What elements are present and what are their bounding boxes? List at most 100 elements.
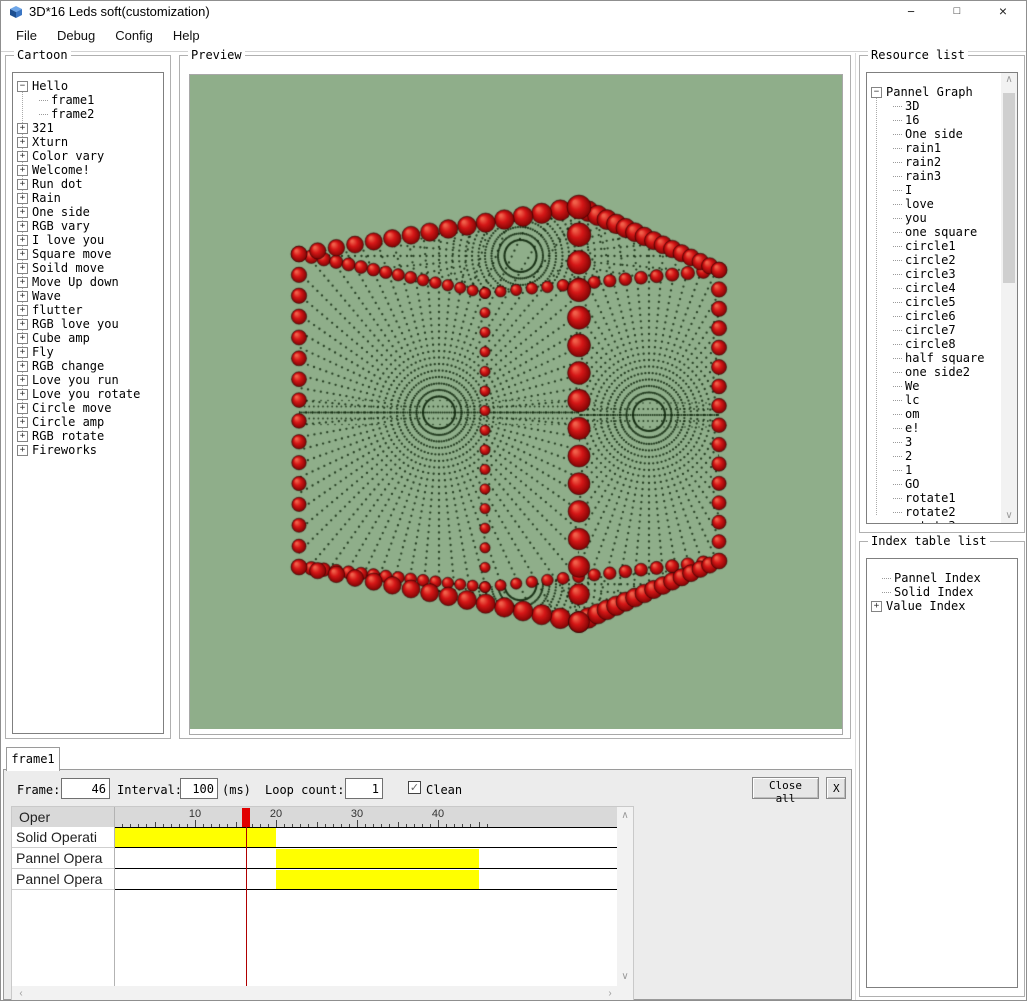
tree-item-cube-amp[interactable]: + Cube amp xyxy=(13,331,163,345)
loop-count-input[interactable] xyxy=(345,778,383,799)
scroll-up-icon[interactable]: ∧ xyxy=(1001,73,1017,87)
close-x-button[interactable]: X xyxy=(826,777,846,799)
tree-item-wave[interactable]: + Wave xyxy=(13,289,163,303)
tree-item-3d[interactable]: 3D xyxy=(867,99,1001,113)
expand-icon[interactable]: + xyxy=(17,234,28,246)
expand-icon[interactable]: + xyxy=(17,276,28,288)
playhead-marker[interactable] xyxy=(242,808,251,827)
tree-item-you[interactable]: you xyxy=(867,211,1001,225)
expand-icon[interactable]: + xyxy=(17,346,28,358)
tree-item-rotate1[interactable]: rotate1 xyxy=(867,491,1001,505)
menu-file[interactable]: File xyxy=(6,23,47,48)
tree-item-love-you-run[interactable]: + Love you run xyxy=(13,373,163,387)
tree-item-flutter[interactable]: + flutter xyxy=(13,303,163,317)
tree-item-soild-move[interactable]: + Soild move xyxy=(13,261,163,275)
tree-item-one-square[interactable]: one square xyxy=(867,225,1001,239)
tree-item-16[interactable]: 16 xyxy=(867,113,1001,127)
expand-icon[interactable]: + xyxy=(17,332,28,344)
tree-item-half-square[interactable]: half square xyxy=(867,351,1001,365)
expand-icon[interactable]: + xyxy=(17,206,28,218)
menu-debug[interactable]: Debug xyxy=(47,23,105,48)
tree-item-circle5[interactable]: circle5 xyxy=(867,295,1001,309)
tree-item-1[interactable]: 1 xyxy=(867,463,1001,477)
clean-checkbox[interactable]: ✓ xyxy=(408,781,421,794)
tree-item-hello[interactable]: − Hello xyxy=(13,79,163,93)
collapse-icon[interactable]: − xyxy=(871,86,882,98)
title-bar[interactable]: 3D*16 Leds soft(customization) − □ × xyxy=(1,1,1026,23)
timeline-bar[interactable] xyxy=(276,870,479,890)
tree-item-3[interactable]: 3 xyxy=(867,435,1001,449)
frame-input[interactable] xyxy=(61,778,110,799)
timeline-hscrollbar[interactable]: ‹ › xyxy=(12,986,633,1000)
close-all-button[interactable]: Close all xyxy=(752,777,819,805)
close-button[interactable]: × xyxy=(980,1,1026,23)
minimize-button[interactable]: − xyxy=(888,1,934,23)
tree-item-go[interactable]: GO xyxy=(867,477,1001,491)
tree-item-321[interactable]: +321 xyxy=(13,121,163,135)
panel-splitter[interactable] xyxy=(855,53,856,1000)
expand-icon[interactable]: + xyxy=(17,416,28,428)
tree-item-rain[interactable]: + Rain xyxy=(13,191,163,205)
tree-item-i[interactable]: I xyxy=(867,183,1001,197)
menu-config[interactable]: Config xyxy=(105,23,163,48)
tab-frame1[interactable]: frame1 xyxy=(6,747,60,771)
expand-icon[interactable]: + xyxy=(17,136,28,148)
timeline-ruler[interactable]: 10 20 30 40 xyxy=(114,807,617,827)
tree-item-circle4[interactable]: circle4 xyxy=(867,281,1001,295)
expand-icon[interactable]: + xyxy=(17,220,28,232)
tree-item-pannel-graph[interactable]: − Pannel Graph xyxy=(867,85,1001,99)
tree-item-square-move[interactable]: + Square move xyxy=(13,247,163,261)
scroll-down-icon[interactable]: ∨ xyxy=(1001,509,1017,523)
tree-item-om[interactable]: om xyxy=(867,407,1001,421)
tree-item-one-side2[interactable]: one side2 xyxy=(867,365,1001,379)
resource-scrollbar[interactable]: ∧ ∨ xyxy=(1001,73,1017,523)
tree-item-love-you-rotate[interactable]: + Love you rotate xyxy=(13,387,163,401)
tree-item-rain1[interactable]: rain1 xyxy=(867,141,1001,155)
timeline-bar[interactable] xyxy=(114,828,276,848)
tree-item-circle1[interactable]: circle1 xyxy=(867,239,1001,253)
tree-item-e[interactable]: e! xyxy=(867,421,1001,435)
tree-item-fireworks[interactable]: + Fireworks xyxy=(13,443,163,457)
expand-icon[interactable]: + xyxy=(17,444,28,456)
expand-icon[interactable]: + xyxy=(17,318,28,330)
tree-item-fly[interactable]: + Fly xyxy=(13,345,163,359)
tree-item-xturn[interactable]: + Xturn xyxy=(13,135,163,149)
tree-item-welcome[interactable]: + Welcome! xyxy=(13,163,163,177)
tree-item-rotate3[interactable]: rotate3 xyxy=(867,519,1001,523)
tree-item-love[interactable]: love xyxy=(867,197,1001,211)
tree-item-pannel-index[interactable]: Pannel Index xyxy=(867,571,1017,585)
expand-icon[interactable]: + xyxy=(17,360,28,372)
scroll-down-icon[interactable]: ∨ xyxy=(617,970,633,984)
tree-item-rain2[interactable]: rain2 xyxy=(867,155,1001,169)
scroll-up-icon[interactable]: ∧ xyxy=(617,809,633,823)
tree-item-move-up-down[interactable]: + Move Up down xyxy=(13,275,163,289)
expand-icon[interactable]: + xyxy=(17,388,28,400)
expand-icon[interactable]: + xyxy=(17,402,28,414)
tree-item-frame2[interactable]: frame2 xyxy=(13,107,163,121)
tree-item-circle2[interactable]: circle2 xyxy=(867,253,1001,267)
tree-item-we[interactable]: We xyxy=(867,379,1001,393)
tree-item-rain3[interactable]: rain3 xyxy=(867,169,1001,183)
scroll-left-icon[interactable]: ‹ xyxy=(14,986,28,1000)
tree-item-circle6[interactable]: circle6 xyxy=(867,309,1001,323)
tree-item-circle7[interactable]: circle7 xyxy=(867,323,1001,337)
expand-icon[interactable]: + xyxy=(17,262,28,274)
expand-icon[interactable]: + xyxy=(17,430,28,442)
tree-item-one-side[interactable]: + One side xyxy=(13,205,163,219)
expand-icon[interactable]: + xyxy=(871,600,882,612)
expand-icon[interactable]: + xyxy=(17,178,28,190)
scroll-right-icon[interactable]: › xyxy=(603,986,617,1000)
timeline-bar[interactable] xyxy=(276,849,479,869)
expand-icon[interactable]: + xyxy=(17,248,28,260)
tree-item-run-dot[interactable]: + Run dot xyxy=(13,177,163,191)
tree-item-2[interactable]: 2 xyxy=(867,449,1001,463)
expand-icon[interactable]: + xyxy=(17,374,28,386)
tree-item-rgb-love-you[interactable]: + RGB love you xyxy=(13,317,163,331)
expand-icon[interactable]: + xyxy=(17,164,28,176)
expand-icon[interactable]: + xyxy=(17,304,28,316)
timeline-vscrollbar[interactable]: ∧ ∨ xyxy=(617,807,633,986)
expand-icon[interactable]: + xyxy=(17,150,28,162)
tree-item-rgb-vary[interactable]: + RGB vary xyxy=(13,219,163,233)
tree-item-rotate2[interactable]: rotate2 xyxy=(867,505,1001,519)
tree-item-value-index[interactable]: + Value Index xyxy=(867,599,1017,613)
